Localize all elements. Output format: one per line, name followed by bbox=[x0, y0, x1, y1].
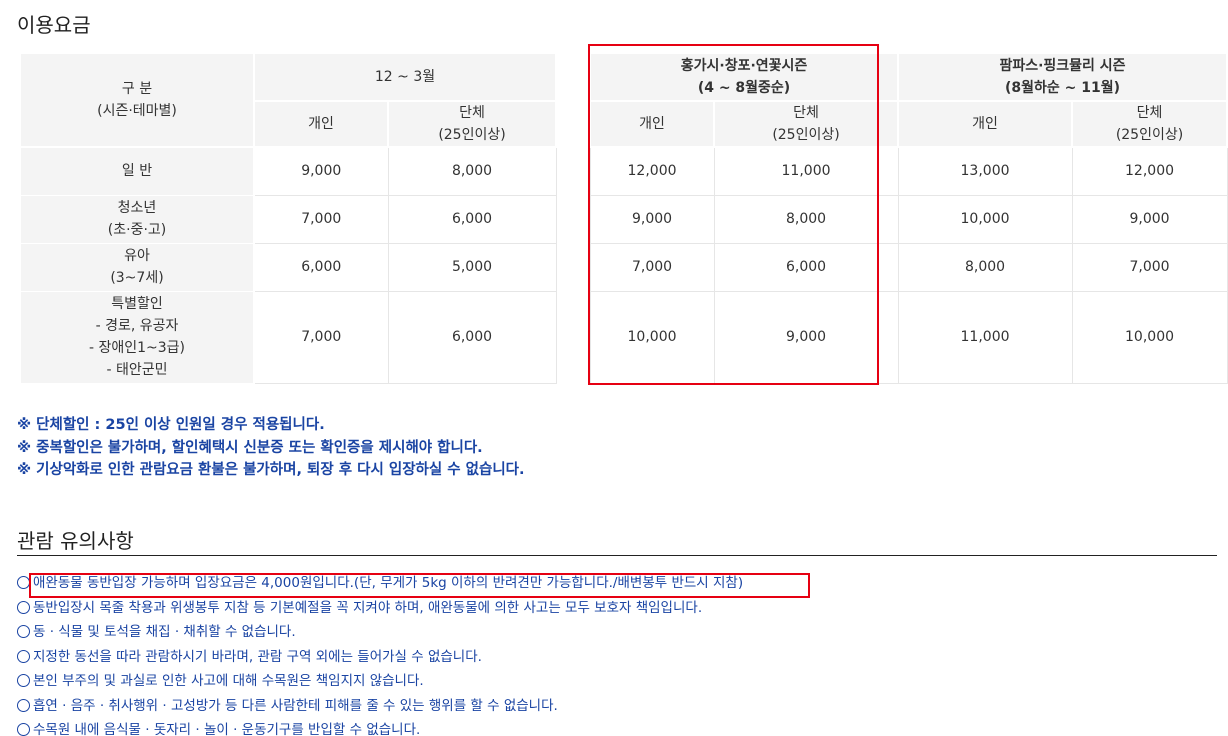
price-cell: 10,000 bbox=[897, 194, 1073, 244]
price-cell: 8,000 bbox=[897, 242, 1073, 292]
price-cell: 9,000 bbox=[1071, 194, 1228, 244]
price-cell: 7,000 bbox=[1071, 242, 1228, 292]
price-cell: 10,000 bbox=[1071, 290, 1228, 384]
circle-bullet-icon bbox=[17, 674, 30, 687]
circle-bullet-icon bbox=[17, 649, 30, 663]
row-label: 유아 (3~7세) bbox=[19, 242, 255, 292]
row-label: 청소년 (초·중·고) bbox=[19, 194, 255, 244]
circle-bullet-icon bbox=[17, 600, 30, 614]
notice-line: ※ 단체할인 : 25인 이상 인원일 경우 적용됩니다. bbox=[17, 417, 325, 433]
list-item: 동 · 식물 및 토석을 채집 · 채취할 수 없습니다. bbox=[17, 620, 743, 645]
price-cell: 6,000 bbox=[387, 290, 557, 384]
list-item: 지정한 동선을 따라 관람하시기 바라며, 관람 구역 외에는 들어가실 수 없… bbox=[17, 645, 743, 670]
list-item: 흡연 · 음주 · 취사행위 · 고성방가 등 다른 사람한테 피해를 줄 수 … bbox=[17, 694, 743, 719]
list-item: 동반입장시 목줄 착용과 위생봉투 지참 등 기본예절을 꼭 지켜야 하며, 애… bbox=[17, 596, 743, 621]
list-item: 수목원 내에 음식물 · 돗자리 · 놀이 · 운동기구를 반입할 수 없습니다… bbox=[17, 718, 743, 736]
circle-bullet-icon bbox=[17, 698, 30, 712]
notice-line: ※ 기상악화로 인한 관람요금 환불은 불가하며, 퇴장 후 다시 입장하실 수… bbox=[17, 462, 525, 479]
notes-title-rule bbox=[17, 555, 1217, 556]
price-cell: 8,000 bbox=[387, 146, 557, 196]
notice-line: ※ 중복할인은 불가하며, 할인혜택시 신분증 또는 확인증을 제시해야 합니다… bbox=[17, 439, 483, 456]
fee-notices: ※ 단체할인 : 25인 이상 인원일 경우 적용됩니다. ※ 중복할인은 불가… bbox=[17, 414, 525, 482]
list-item: 본인 부주의 및 과실로 인한 사고에 대해 수목원은 책임지지 않습니다. bbox=[17, 669, 743, 694]
season-header-autumn: 팜파스·핑크뮬리 시즌 (8월하순 ~ 11월) bbox=[897, 52, 1228, 102]
season-header-winter: 12 ~ 3월 bbox=[252, 52, 558, 102]
price-cell: 7,000 bbox=[253, 194, 389, 244]
price-cell: 13,000 bbox=[897, 146, 1073, 196]
price-cell: 7,000 bbox=[253, 290, 389, 384]
group-header: 단체 (25인이상) bbox=[386, 100, 558, 148]
season-highlight-box bbox=[588, 44, 879, 385]
group-header: 단체 (25인이상) bbox=[1071, 100, 1228, 148]
row-label: 특별할인 - 경로, 유공자 - 장애인1~3급) - 태안군민 bbox=[19, 290, 255, 384]
individual-header: 개인 bbox=[253, 100, 389, 148]
pet-notice-highlight-box bbox=[29, 573, 810, 598]
price-cell: 12,000 bbox=[1071, 146, 1228, 196]
fee-info-page: 이용요금 구 분 (시즌·테마별) 12 ~ 3월 홍가시·창포·연꽃시즌 (4 ~… bbox=[0, 0, 1228, 736]
price-cell: 9,000 bbox=[253, 146, 389, 196]
notes-title: 관람 유의사항 bbox=[17, 529, 134, 553]
circle-bullet-icon bbox=[17, 723, 30, 736]
category-header: 구 분 (시즌·테마별) bbox=[19, 52, 255, 148]
price-cell: 5,000 bbox=[387, 242, 557, 292]
price-cell: 6,000 bbox=[387, 194, 557, 244]
circle-bullet-icon bbox=[17, 625, 30, 638]
price-cell: 6,000 bbox=[253, 242, 389, 292]
individual-header: 개인 bbox=[897, 100, 1074, 148]
price-cell: 11,000 bbox=[897, 290, 1073, 384]
fees-title: 이용요금 bbox=[17, 13, 91, 37]
row-label: 일 반 bbox=[19, 146, 255, 196]
